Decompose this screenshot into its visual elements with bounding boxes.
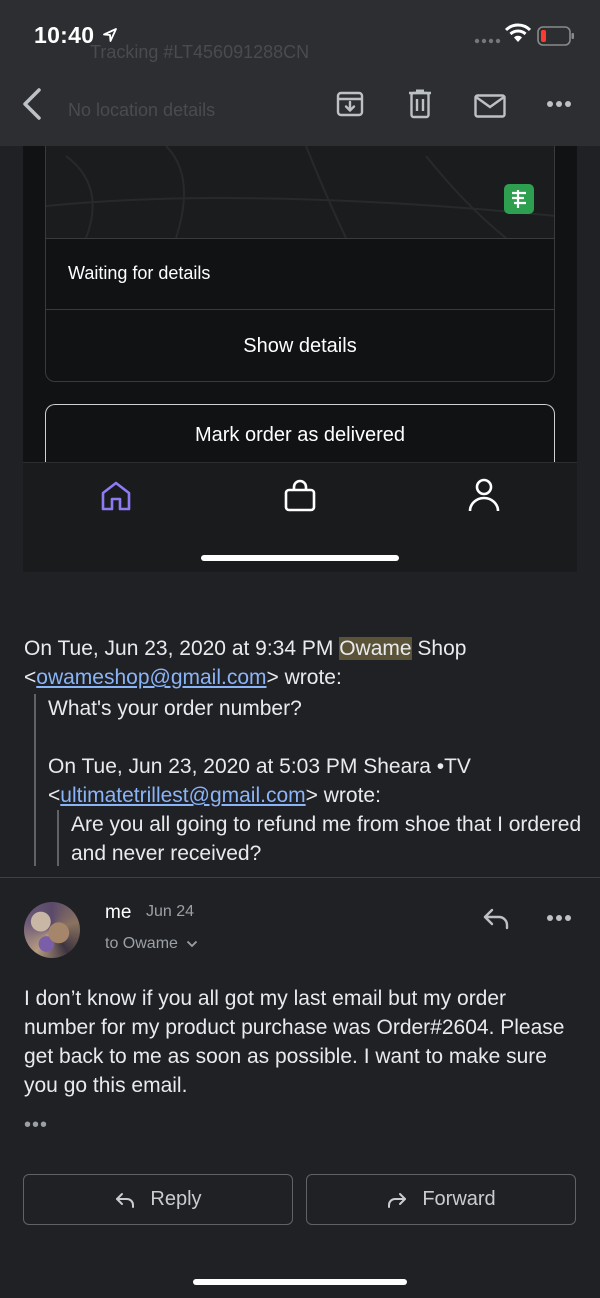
archive-icon[interactable] xyxy=(336,90,364,118)
profile-icon xyxy=(468,478,500,512)
quote-line4-suffix: > wrote: xyxy=(305,784,381,807)
quote-highlight-term: Owame xyxy=(339,637,412,660)
map-roads-icon xyxy=(46,146,554,238)
sender-name: me xyxy=(105,902,132,923)
waiting-status-text: Waiting for details xyxy=(68,263,211,283)
forward-button[interactable]: Forward xyxy=(306,1174,576,1225)
tracking-card: Waiting for details Show details xyxy=(45,238,555,382)
recipient-text: to Owame xyxy=(105,935,178,952)
embedded-app-screenshot: Waiting for details Show details Mark or… xyxy=(23,146,577,572)
wifi-icon xyxy=(505,23,531,42)
quote-bar-level2 xyxy=(57,810,59,866)
quote-line1-suffix: Shop xyxy=(411,637,467,660)
quote-line2-suffix: > wrote: xyxy=(266,666,342,689)
mark-unread-mail-icon[interactable] xyxy=(474,94,506,118)
message-date: Jun 24 xyxy=(146,903,195,920)
location-arrow-icon xyxy=(103,28,117,42)
app-tab-bar xyxy=(23,462,577,572)
more-options-icon[interactable] xyxy=(546,100,572,108)
app-home-indicator xyxy=(201,555,399,561)
chevron-down-icon xyxy=(187,940,198,948)
sender-email-link[interactable]: ultimatetrillest@gmail.com xyxy=(60,784,305,807)
forward-button-label: Forward xyxy=(422,1188,496,1210)
map-area xyxy=(45,146,555,238)
shopping-bag-icon xyxy=(284,479,316,512)
reply-button-label: Reply xyxy=(150,1188,202,1210)
ghost-location-text: No location details xyxy=(68,100,216,120)
quoted-header: On Tue, Jun 23, 2020 at 9:34 PM Owame Sh… xyxy=(24,637,467,689)
quote-line1-prefix: On Tue, Jun 23, 2020 at 9:34 PM xyxy=(24,637,340,660)
quote-level1: What's your order number? On Tue, Jun 23… xyxy=(48,697,471,807)
back-arrow-icon[interactable] xyxy=(20,86,44,122)
owame-email-link[interactable]: owameshop@gmail.com xyxy=(36,666,266,689)
status-time: 10:40 xyxy=(34,22,95,48)
sender-avatar[interactable] xyxy=(24,902,80,958)
reply-icon[interactable] xyxy=(482,906,510,930)
message-more-icon[interactable] xyxy=(546,914,572,922)
carrier-logo-icon xyxy=(504,184,534,214)
battery-low-icon xyxy=(537,26,574,46)
email-toolbar: Tracking #LT456091288CN No location deta… xyxy=(0,42,600,146)
reply-button[interactable]: Reply xyxy=(23,1174,293,1225)
cellular-signal-icon xyxy=(474,38,501,44)
mark-delivered-button: Mark order as delivered xyxy=(45,404,555,466)
quote-line3: On Tue, Jun 23, 2020 at 5:03 PM Sheara •… xyxy=(48,755,471,778)
quote-bar-level1 xyxy=(34,694,36,866)
show-trimmed-content[interactable]: ••• xyxy=(24,1114,48,1137)
original-question-text: Are you all going to refund me from shoe… xyxy=(71,813,582,865)
forward-icon xyxy=(388,1192,407,1208)
ghost-tracking-text: Tracking #LT456091288CN xyxy=(90,42,310,62)
owame-reply-text: What's your order number? xyxy=(48,697,302,720)
reply-button-icon xyxy=(116,1192,135,1208)
show-details-button: Show details xyxy=(243,334,357,357)
message-body: I don’t know if you all got my last emai… xyxy=(24,987,565,1097)
home-indicator[interactable] xyxy=(193,1279,407,1285)
message-separator xyxy=(0,877,600,878)
recipient-details-toggle[interactable]: to Owame xyxy=(105,935,198,953)
home-icon xyxy=(101,481,131,511)
trash-icon[interactable] xyxy=(408,89,432,119)
